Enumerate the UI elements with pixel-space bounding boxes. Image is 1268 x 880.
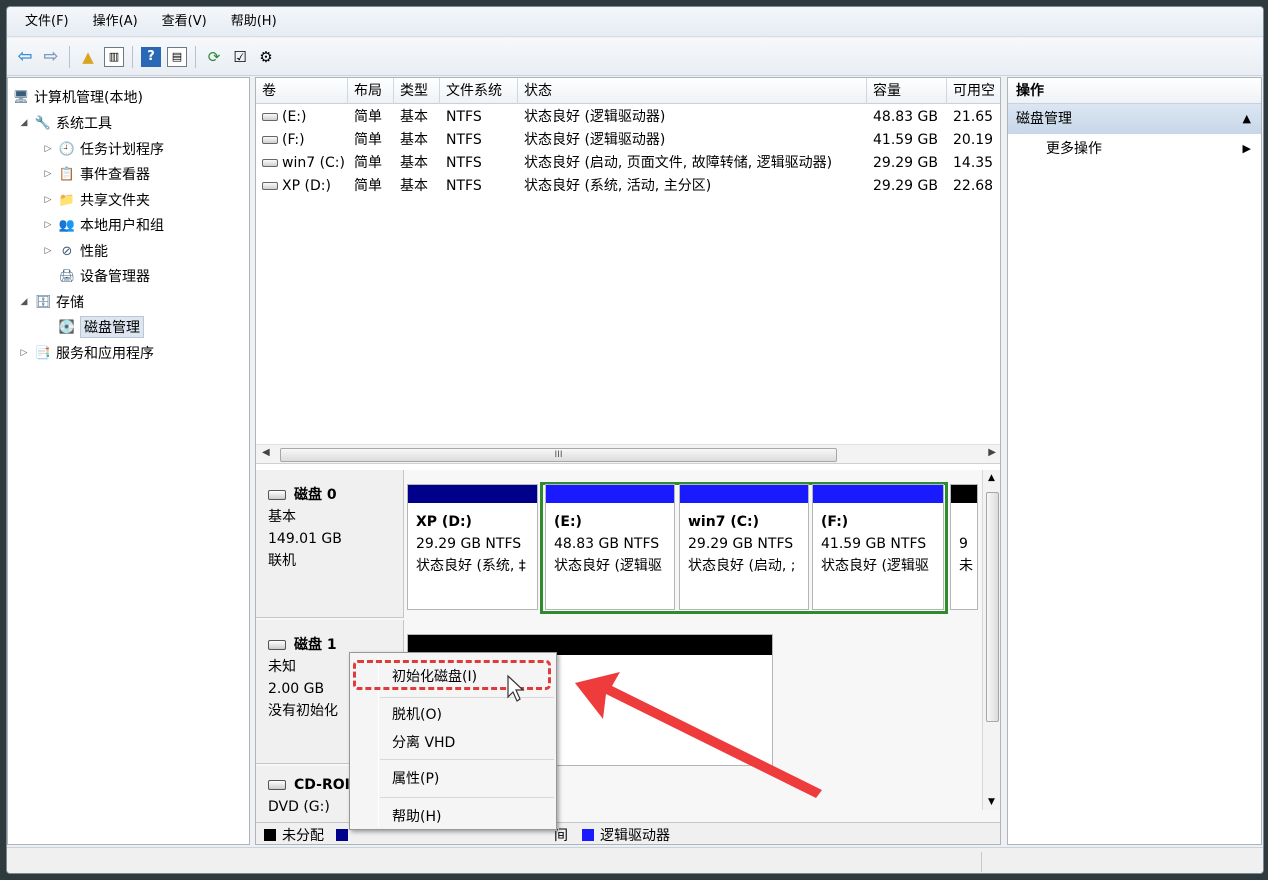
mouse-cursor-icon (507, 674, 525, 702)
annotation-overlay (507, 672, 822, 798)
red-arrow-icon (575, 672, 822, 798)
